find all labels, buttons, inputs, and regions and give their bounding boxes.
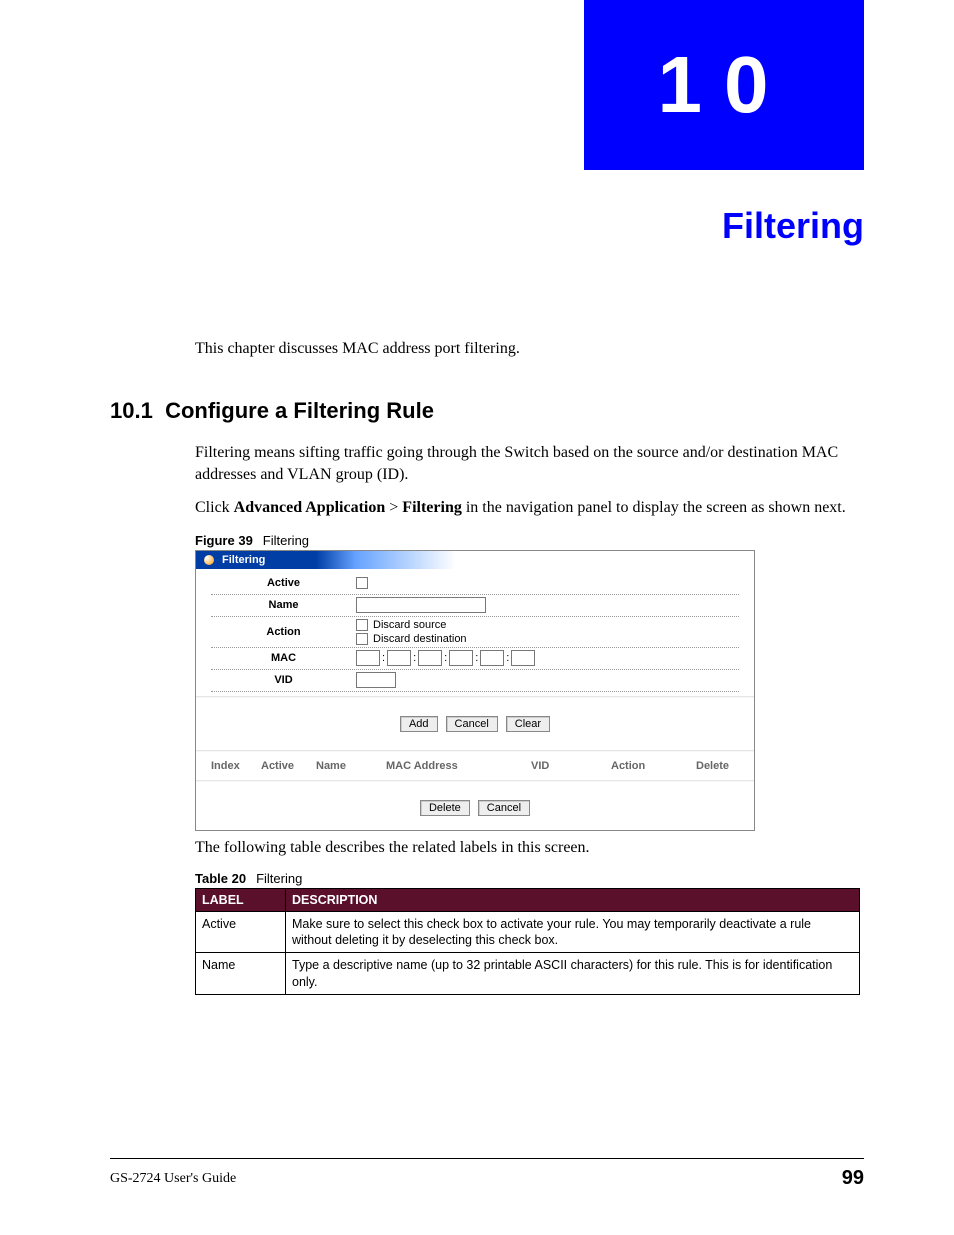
row-label-active: Active [211,577,356,589]
discard-destination-label: Discard destination [373,633,467,645]
paragraph-2: Click Advanced Application > Filtering i… [195,497,864,519]
mac-input-2[interactable] [387,650,411,666]
col-mac: MAC Address [386,760,531,772]
discard-source-checkbox[interactable] [356,619,368,631]
col-action: Action [611,760,696,772]
mac-input-6[interactable] [511,650,535,666]
discard-destination-checkbox[interactable] [356,633,368,645]
table-row: Name Type a descriptive name (up to 32 p… [196,953,860,995]
separator-2 [196,750,754,752]
chapter-number-box: 10 [584,0,864,170]
paragraph-1: Filtering means sifting traffic going th… [195,442,864,485]
row-label-action: Action [211,626,356,638]
delete-button[interactable]: Delete [420,800,470,816]
mac-input-3[interactable] [418,650,442,666]
figure-screenshot: Filtering Active Name Action Discard sou… [195,550,755,831]
mac-input-1[interactable] [356,650,380,666]
list-header-row: Index Active Name MAC Address VID Action… [211,756,739,776]
add-button[interactable]: Add [400,716,438,732]
th-description: DESCRIPTION [286,888,860,911]
discard-source-label: Discard source [373,619,446,631]
row-label-name: Name [211,599,356,611]
page-footer: GS-2724 User's Guide 99 [110,1158,864,1190]
row-label-vid: VID [211,674,356,686]
col-delete: Delete [696,760,746,772]
chapter-title: Filtering [722,205,864,247]
section-heading: 10.1 Configure a Filtering Rule [110,398,864,424]
section-number: 10.1 [110,398,153,423]
cell-label: Name [196,953,286,995]
col-vid: VID [531,760,611,772]
mac-input-4[interactable] [449,650,473,666]
row-label-mac: MAC [211,652,356,664]
guide-name: GS-2724 User's Guide [110,1171,236,1187]
cancel-button[interactable]: Cancel [446,716,498,732]
section-title: Configure a Filtering Rule [165,398,434,423]
table-row: Active Make sure to select this check bo… [196,911,860,953]
page-number: 99 [842,1167,864,1190]
th-label: LABEL [196,888,286,911]
separator-3 [196,780,754,782]
chapter-number: 10 [658,39,791,131]
vid-input[interactable] [356,672,396,688]
panel-title: Filtering [222,554,265,566]
mac-input-5[interactable] [480,650,504,666]
col-name: Name [316,760,386,772]
panel-header: Filtering [196,551,754,569]
after-figure-text: The following table describes the relate… [195,839,864,857]
table-caption: Table 20Filtering [195,871,864,886]
intro-text: This chapter discusses MAC address port … [195,340,864,358]
col-active: Active [261,760,316,772]
cell-desc: Make sure to select this check box to ac… [286,911,860,953]
description-table: LABEL DESCRIPTION Active Make sure to se… [195,888,860,995]
cancel-button-2[interactable]: Cancel [478,800,530,816]
clear-button[interactable]: Clear [506,716,550,732]
figure-caption: Figure 39Filtering [195,533,864,548]
cell-desc: Type a descriptive name (up to 32 printa… [286,953,860,995]
separator [196,696,754,698]
cell-label: Active [196,911,286,953]
col-index: Index [211,760,261,772]
name-input[interactable] [356,597,486,613]
active-checkbox[interactable] [356,577,368,589]
